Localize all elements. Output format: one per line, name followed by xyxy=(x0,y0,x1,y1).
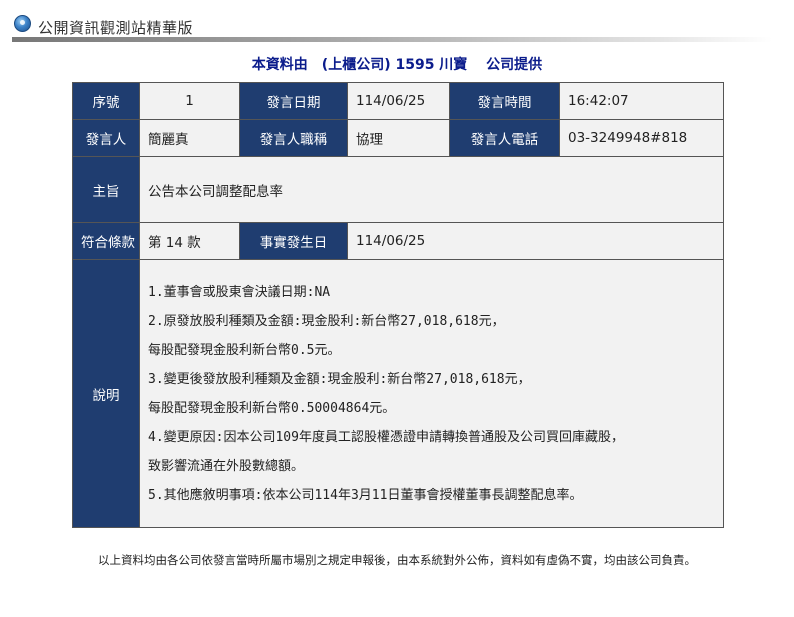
globe-icon xyxy=(14,15,31,32)
description-label: 說明 xyxy=(72,259,140,528)
description-body: 1.董事會或股東會決議日期:NA 2.原發放股利種類及金額:現金股利:新台幣27… xyxy=(139,259,724,528)
event-date-label: 事實發生日 xyxy=(239,222,348,260)
clause-value: 第 14 款 xyxy=(139,222,240,260)
seq-label: 序號 xyxy=(72,82,140,120)
description-line: 2.原發放股利種類及金額:現金股利:新台幣27,018,618元， xyxy=(148,313,505,329)
date-value: 114/06/25 xyxy=(347,82,450,120)
event-date-value: 114/06/25 xyxy=(347,222,724,260)
table-row: 主旨 公告本公司調整配息率 xyxy=(72,156,724,223)
description-line: 3.變更後發放股利種類及金額:現金股利:新台幣27,018,618元， xyxy=(148,371,531,387)
table-row: 發言人 簡麗真 發言人職稱 協理 發言人電話 03-3249948#818 xyxy=(72,119,724,157)
clause-label: 符合條款 xyxy=(72,222,140,260)
subject-value: 公告本公司調整配息率 xyxy=(139,156,724,223)
provider-line: 本資料由 (上櫃公司) 1595 川寶 公司提供 xyxy=(251,57,543,73)
page-header: 公開資訊觀測站精華版 xyxy=(12,12,782,42)
header-divider xyxy=(12,37,772,42)
table-row: 符合條款 第 14 款 事實發生日 114/06/25 xyxy=(72,222,724,260)
time-value: 16:42:07 xyxy=(559,82,724,120)
speaker-title-value: 協理 xyxy=(347,119,450,157)
seq-value: 1 xyxy=(139,82,240,120)
announcement-table: 序號 1 發言日期 114/06/25 發言時間 16:42:07 發言人 簡麗… xyxy=(72,82,724,528)
phone-label: 發言人電話 xyxy=(449,119,560,157)
disclaimer-footer: 以上資料均由各公司依發言當時所屬市場別之規定申報後，由本系統對外公佈，資料如有虛… xyxy=(98,553,696,567)
description-line: 5.其他應敘明事項:依本公司114年3月11日董事會授權董事長調整配息率。 xyxy=(148,487,583,503)
description-line: 每股配發現金股利新台幣0.50004864元。 xyxy=(148,400,396,416)
site-title: 公開資訊觀測站精華版 xyxy=(38,19,194,37)
table-row: 說明 1.董事會或股東會決議日期:NA 2.原發放股利種類及金額:現金股利:新台… xyxy=(72,259,724,528)
speaker-title-label: 發言人職稱 xyxy=(239,119,348,157)
table-row: 序號 1 發言日期 114/06/25 發言時間 16:42:07 xyxy=(72,82,724,120)
description-line: 4.變更原因:因本公司109年度員工認股權憑證申請轉換普通股及公司買回庫藏股， xyxy=(148,429,624,445)
subject-label: 主旨 xyxy=(72,156,140,223)
speaker-value: 簡麗真 xyxy=(139,119,240,157)
speaker-label: 發言人 xyxy=(72,119,140,157)
phone-value: 03-3249948#818 xyxy=(559,119,724,157)
description-line: 致影響流通在外股數總額。 xyxy=(148,458,305,474)
description-line: 1.董事會或股東會決議日期:NA xyxy=(148,284,331,300)
time-label: 發言時間 xyxy=(449,82,560,120)
date-label: 發言日期 xyxy=(239,82,348,120)
description-line: 每股配發現金股利新台幣0.5元。 xyxy=(148,342,341,358)
